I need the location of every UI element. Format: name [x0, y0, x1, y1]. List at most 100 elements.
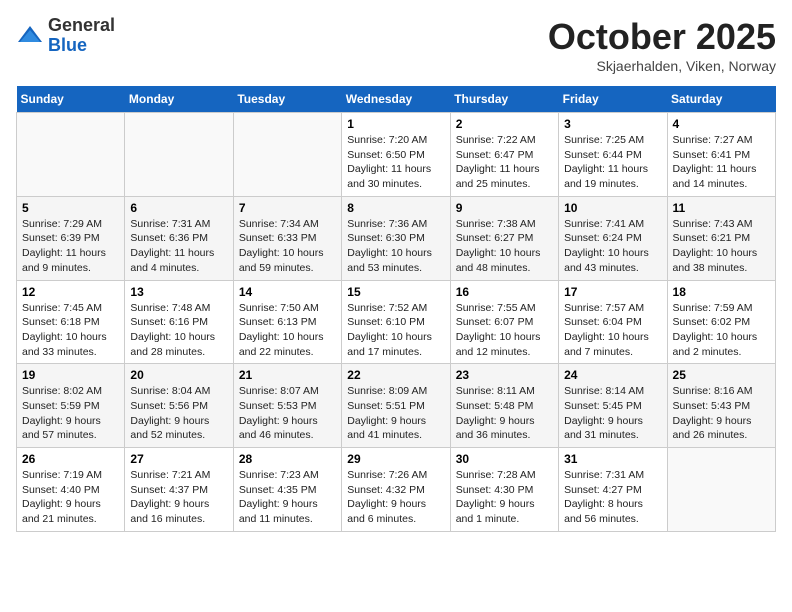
calendar-week-row: 12Sunrise: 7:45 AM Sunset: 6:18 PM Dayli… [17, 280, 776, 364]
calendar-day-25: 25Sunrise: 8:16 AM Sunset: 5:43 PM Dayli… [667, 364, 775, 448]
day-number: 14 [239, 285, 336, 299]
day-number: 4 [673, 117, 770, 131]
day-info: Sunrise: 8:07 AM Sunset: 5:53 PM Dayligh… [239, 384, 336, 443]
calendar-day-31: 31 Sunrise: 7:31 AM Sunset: 4:27 PM Dayli… [559, 448, 667, 532]
location: Skjaerhalden, Viken, Norway [548, 58, 776, 74]
title-block: October 2025 Skjaerhalden, Viken, Norway [548, 16, 776, 74]
calendar-day-20: 20 Sunrise: 8:04 AM Sunset: 5:56 PM Dayli… [125, 364, 233, 448]
calendar-empty-cell [667, 448, 775, 532]
calendar-day-27: 27 Sunrise: 7:21 AM Sunset: 4:37 PM Dayli… [125, 448, 233, 532]
column-header-friday: Friday [559, 86, 667, 113]
day-info: Sunrise: 7:55 AM Sunset: 6:07 PM Dayligh… [456, 301, 553, 360]
calendar-day-19: 19 Sunrise: 8:02 AM Sunset: 5:59 PM Dayli… [17, 364, 125, 448]
day-number: 31 [564, 452, 661, 466]
day-info: Sunrise: 7:31 AM Sunset: 6:36 PM Dayligh… [130, 217, 227, 276]
day-info: Sunrise: 7:23 AM Sunset: 4:35 PM Dayligh… [239, 468, 336, 527]
calendar-empty-cell [125, 113, 233, 197]
day-number: 11 [673, 201, 770, 215]
day-number: 6 [130, 201, 227, 215]
calendar-day-22: 22Sunrise: 8:09 AM Sunset: 5:51 PM Dayli… [342, 364, 450, 448]
day-number: 16 [456, 285, 553, 299]
day-number: 20 [130, 368, 227, 382]
day-number: 7 [239, 201, 336, 215]
day-info: Sunrise: 7:38 AM Sunset: 6:27 PM Dayligh… [456, 217, 553, 276]
column-header-thursday: Thursday [450, 86, 558, 113]
calendar-day-15: 15 Sunrise: 7:52 AM Sunset: 6:10 PM Dayli… [342, 280, 450, 364]
day-number: 13 [130, 285, 227, 299]
day-info: Sunrise: 7:36 AM Sunset: 6:30 PM Dayligh… [347, 217, 444, 276]
day-number: 9 [456, 201, 553, 215]
calendar-header-row: SundayMondayTuesdayWednesdayThursdayFrid… [17, 86, 776, 113]
day-number: 21 [239, 368, 336, 382]
day-info: Sunrise: 7:50 AM Sunset: 6:13 PM Dayligh… [239, 301, 336, 360]
day-number: 2 [456, 117, 553, 131]
day-number: 27 [130, 452, 227, 466]
calendar-day-1: 1Sunrise: 7:20 AM Sunset: 6:50 PM Daylig… [342, 113, 450, 197]
day-info: Sunrise: 7:21 AM Sunset: 4:37 PM Dayligh… [130, 468, 227, 527]
calendar-day-29: 29 Sunrise: 7:26 AM Sunset: 4:32 PM Dayli… [342, 448, 450, 532]
day-number: 1 [347, 117, 444, 131]
calendar-week-row: 5Sunrise: 7:29 AM Sunset: 6:39 PM Daylig… [17, 196, 776, 280]
calendar-day-9: 9 Sunrise: 7:38 AM Sunset: 6:27 PM Daylig… [450, 196, 558, 280]
logo-text: General Blue [48, 16, 115, 56]
calendar-day-26: 26 Sunrise: 7:19 AM Sunset: 4:40 PM Dayli… [17, 448, 125, 532]
day-info: Sunrise: 8:04 AM Sunset: 5:56 PM Dayligh… [130, 384, 227, 443]
day-info: Sunrise: 7:19 AM Sunset: 4:40 PM Dayligh… [22, 468, 119, 527]
day-number: 5 [22, 201, 119, 215]
logo: General Blue [16, 16, 115, 56]
day-number: 12 [22, 285, 119, 299]
day-number: 10 [564, 201, 661, 215]
day-info: Sunrise: 7:28 AM Sunset: 4:30 PM Dayligh… [456, 468, 553, 527]
calendar-day-4: 4 Sunrise: 7:27 AM Sunset: 6:41 PM Daylig… [667, 113, 775, 197]
day-info: Sunrise: 7:41 AM Sunset: 6:24 PM Dayligh… [564, 217, 661, 276]
calendar-day-28: 28Sunrise: 7:23 AM Sunset: 4:35 PM Dayli… [233, 448, 341, 532]
calendar-day-5: 5Sunrise: 7:29 AM Sunset: 6:39 PM Daylig… [17, 196, 125, 280]
column-header-monday: Monday [125, 86, 233, 113]
day-info: Sunrise: 7:27 AM Sunset: 6:41 PM Dayligh… [673, 133, 770, 192]
calendar-day-23: 23Sunrise: 8:11 AM Sunset: 5:48 PM Dayli… [450, 364, 558, 448]
day-number: 29 [347, 452, 444, 466]
calendar-day-8: 8 Sunrise: 7:36 AM Sunset: 6:30 PM Daylig… [342, 196, 450, 280]
day-info: Sunrise: 7:31 AM Sunset: 4:27 PM Dayligh… [564, 468, 661, 527]
calendar-week-row: 19 Sunrise: 8:02 AM Sunset: 5:59 PM Dayli… [17, 364, 776, 448]
day-info: Sunrise: 7:22 AM Sunset: 6:47 PM Dayligh… [456, 133, 553, 192]
calendar-day-14: 14 Sunrise: 7:50 AM Sunset: 6:13 PM Dayli… [233, 280, 341, 364]
day-info: Sunrise: 7:26 AM Sunset: 4:32 PM Dayligh… [347, 468, 444, 527]
month-title: October 2025 [548, 16, 776, 58]
calendar-week-row: 1Sunrise: 7:20 AM Sunset: 6:50 PM Daylig… [17, 113, 776, 197]
day-number: 26 [22, 452, 119, 466]
day-info: Sunrise: 7:34 AM Sunset: 6:33 PM Dayligh… [239, 217, 336, 276]
day-info: Sunrise: 8:16 AM Sunset: 5:43 PM Dayligh… [673, 384, 770, 443]
day-info: Sunrise: 8:09 AM Sunset: 5:51 PM Dayligh… [347, 384, 444, 443]
day-info: Sunrise: 7:52 AM Sunset: 6:10 PM Dayligh… [347, 301, 444, 360]
day-number: 8 [347, 201, 444, 215]
calendar-day-17: 17Sunrise: 7:57 AM Sunset: 6:04 PM Dayli… [559, 280, 667, 364]
calendar-day-7: 7 Sunrise: 7:34 AM Sunset: 6:33 PM Daylig… [233, 196, 341, 280]
calendar-day-13: 13 Sunrise: 7:48 AM Sunset: 6:16 PM Dayli… [125, 280, 233, 364]
day-info: Sunrise: 8:02 AM Sunset: 5:59 PM Dayligh… [22, 384, 119, 443]
day-number: 18 [673, 285, 770, 299]
calendar-day-2: 2 Sunrise: 7:22 AM Sunset: 6:47 PM Daylig… [450, 113, 558, 197]
day-number: 15 [347, 285, 444, 299]
calendar-table: SundayMondayTuesdayWednesdayThursdayFrid… [16, 86, 776, 532]
day-number: 24 [564, 368, 661, 382]
day-number: 19 [22, 368, 119, 382]
calendar-empty-cell [17, 113, 125, 197]
day-number: 17 [564, 285, 661, 299]
day-number: 30 [456, 452, 553, 466]
day-number: 23 [456, 368, 553, 382]
calendar-day-30: 30 Sunrise: 7:28 AM Sunset: 4:30 PM Dayli… [450, 448, 558, 532]
day-info: Sunrise: 8:14 AM Sunset: 5:45 PM Dayligh… [564, 384, 661, 443]
calendar-week-row: 26 Sunrise: 7:19 AM Sunset: 4:40 PM Dayli… [17, 448, 776, 532]
page-header: General Blue October 2025 Skjaerhalden, … [16, 16, 776, 74]
column-header-sunday: Sunday [17, 86, 125, 113]
day-info: Sunrise: 7:43 AM Sunset: 6:21 PM Dayligh… [673, 217, 770, 276]
calendar-day-12: 12Sunrise: 7:45 AM Sunset: 6:18 PM Dayli… [17, 280, 125, 364]
day-info: Sunrise: 7:48 AM Sunset: 6:16 PM Dayligh… [130, 301, 227, 360]
day-info: Sunrise: 7:25 AM Sunset: 6:44 PM Dayligh… [564, 133, 661, 192]
column-header-saturday: Saturday [667, 86, 775, 113]
calendar-day-6: 6 Sunrise: 7:31 AM Sunset: 6:36 PM Daylig… [125, 196, 233, 280]
calendar-day-10: 10 Sunrise: 7:41 AM Sunset: 6:24 PM Dayli… [559, 196, 667, 280]
column-header-tuesday: Tuesday [233, 86, 341, 113]
calendar-day-16: 16 Sunrise: 7:55 AM Sunset: 6:07 PM Dayli… [450, 280, 558, 364]
